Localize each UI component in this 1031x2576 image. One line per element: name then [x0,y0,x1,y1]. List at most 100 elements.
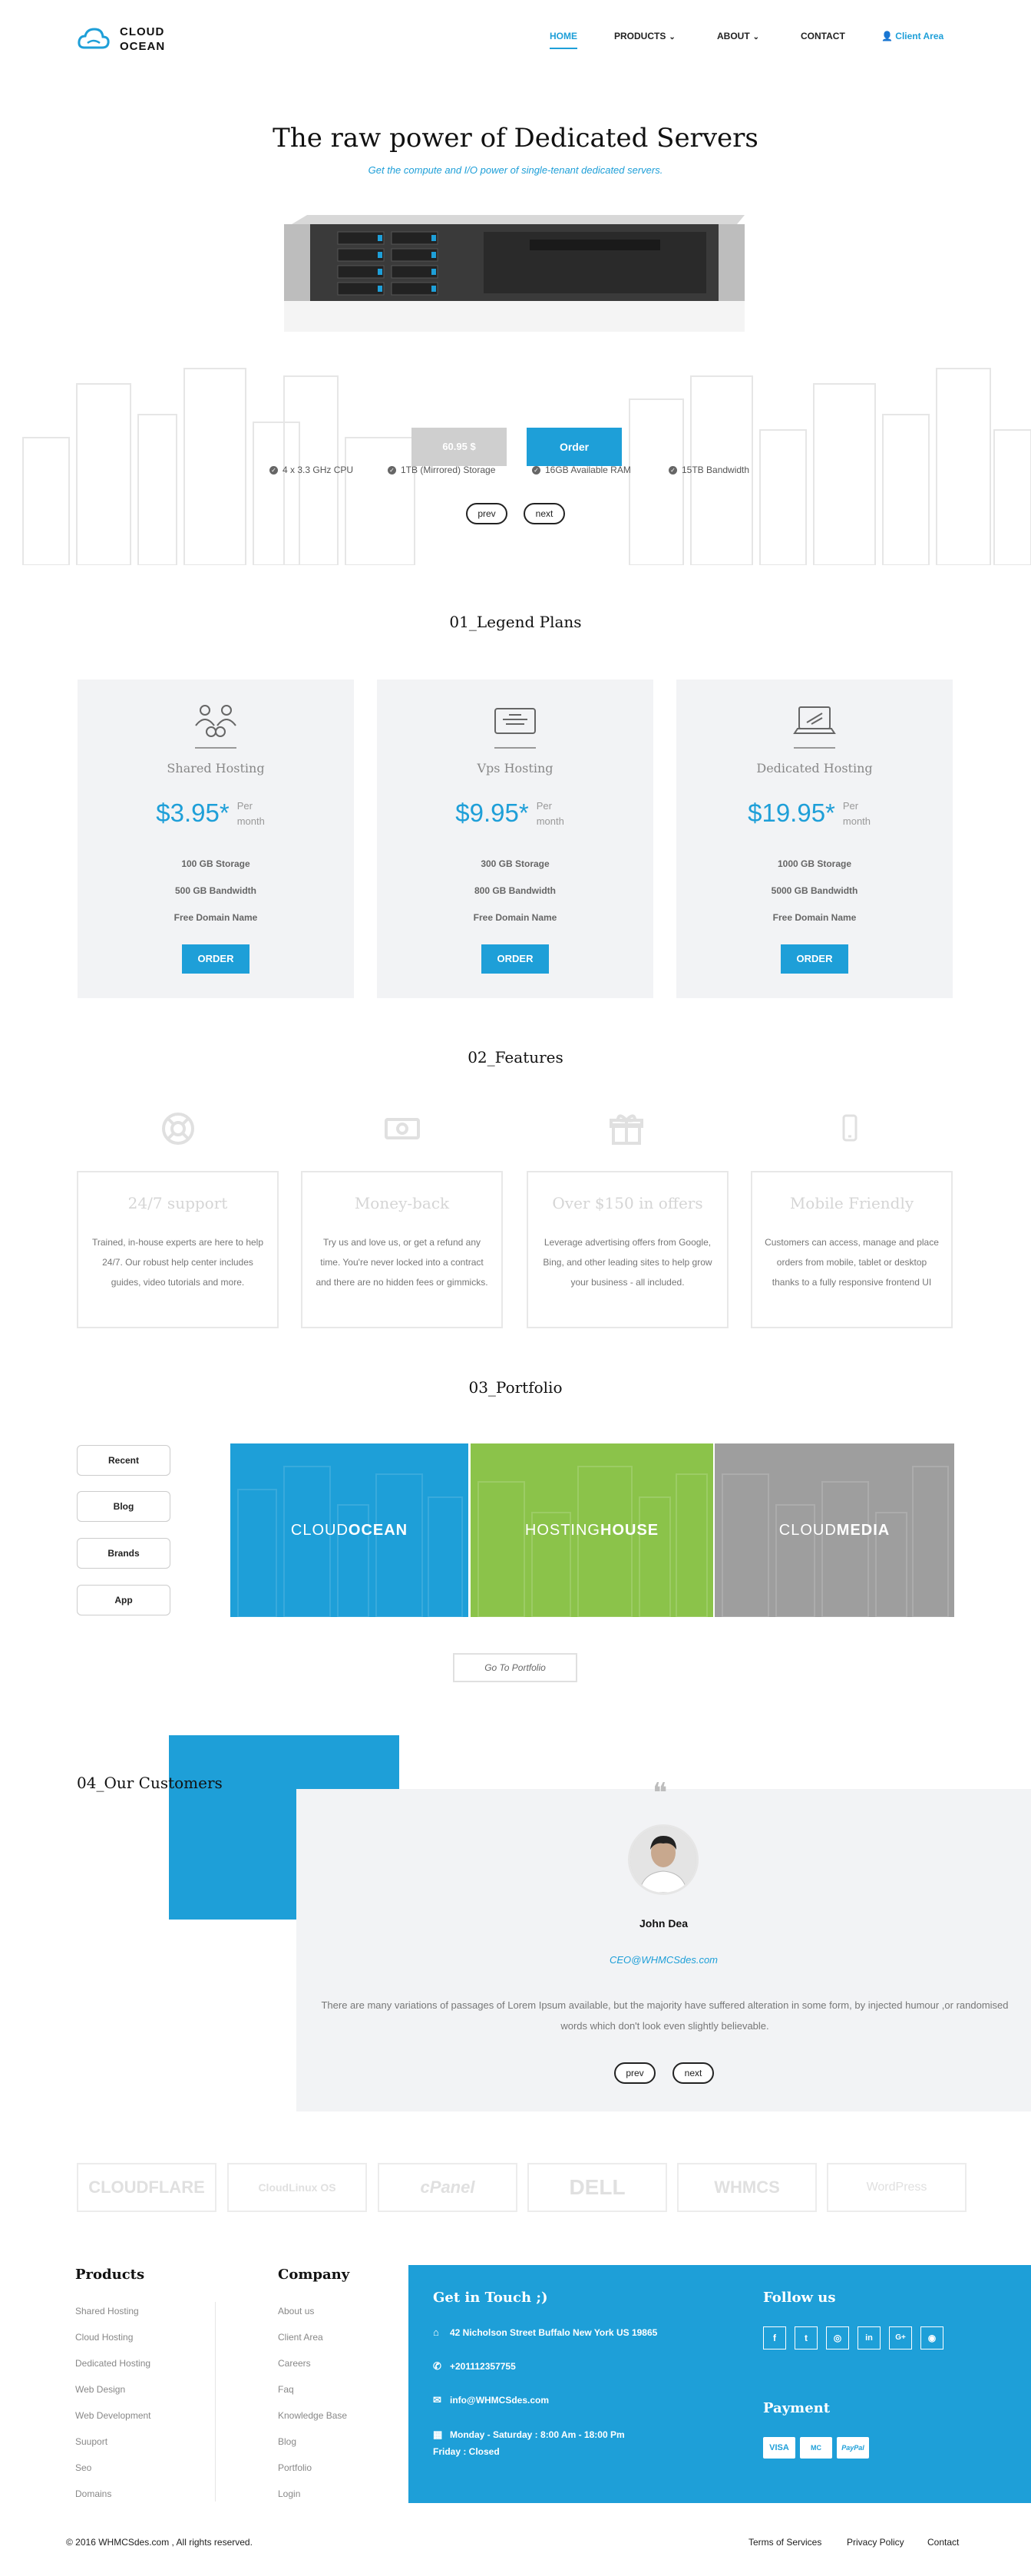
contact-email[interactable]: ✉ info@WHMCSdes.com [433,2394,549,2406]
feature-text: Trained, in-house experts are here to he… [91,1237,264,1288]
contact-closed: Friday : Closed [433,2446,500,2457]
customer-name: John Dea [639,1917,688,1930]
contact-hours: ▦ Monday - Saturday : 8:00 Am - 18:00 Pm [433,2429,625,2441]
gift-icon [610,1114,643,1145]
feature-card-money-back: Money-back Try us and love us, or get a … [301,1171,503,1328]
lifebuoy-icon [162,1113,194,1145]
contact-email-text: info@WHMCSdes.com [450,2395,550,2406]
contact-phone-text: +201112357755 [450,2361,516,2372]
google-plus-icon[interactable]: G+ [889,2326,912,2349]
dribbble-icon[interactable]: ◉ [920,2326,943,2349]
testimonial-next-button[interactable]: next [672,2062,714,2084]
tile-label-bold: MEDIA [836,1521,891,1539]
plan-order-button[interactable]: ORDER [182,944,249,974]
plan-order-button[interactable]: ORDER [781,944,848,974]
facebook-icon[interactable]: f [763,2326,786,2349]
footer-link[interactable]: About us [278,2306,314,2316]
plan-feature: Free Domain Name [473,912,557,923]
nav-client-area[interactable]: 👤 Client Area [881,31,943,41]
footer-contact-link[interactable]: Contact [927,2537,959,2548]
footer-link[interactable]: Knowledge Base [278,2410,347,2421]
footer-link[interactable]: Cloud Hosting [75,2332,133,2343]
portfolio-filter-recent[interactable]: Recent [77,1445,170,1476]
feature-title: Money-back [354,1194,450,1212]
portfolio-filter-app[interactable]: App [77,1585,170,1615]
spec-bandwidth: ✓ 15TB Bandwidth [669,465,749,475]
footer-link[interactable]: Faq [278,2384,294,2395]
hero-section: The raw power of Dedicated Servers Get t… [0,77,1031,565]
nav-about[interactable]: ABOUT ⌄ [717,31,759,41]
tile-label: HOSTING HOUSE [471,1443,713,1617]
feature-text: Try us and love us, or get a refund any … [316,1237,488,1288]
footer-link[interactable]: Web Design [75,2384,125,2395]
portfolio-tile-cloud-media[interactable]: CLOUD MEDIA [715,1443,954,1617]
plan-price: $19.95* Per month [676,799,953,829]
spec-bandwidth-label: 15TB Bandwidth [682,465,750,475]
nav-products[interactable]: PRODUCTS ⌄ [614,31,676,41]
calendar-icon: ▦ [433,2429,443,2440]
twitter-icon[interactable]: t [795,2326,818,2349]
portfolio-tile-hosting-house[interactable]: HOSTING HOUSE [471,1443,713,1617]
footer-link[interactable]: Dedicated Hosting [75,2358,150,2369]
quote-icon: ❝ [653,1777,668,1809]
feature-title: Mobile Friendly [789,1194,914,1212]
logo[interactable]: CLOUD OCEAN [77,25,165,54]
logo-line-2: OCEAN [120,40,166,53]
go-to-portfolio-button[interactable]: Go To Portfolio [453,1653,577,1682]
portfolio-filter-blog[interactable]: Blog [77,1491,170,1522]
plan-order-button[interactable]: ORDER [481,944,549,974]
plan-price: $9.95* Per month [377,799,653,829]
footer-products-title: Products [75,2267,145,2283]
portfolio-filter-brands[interactable]: Brands [77,1538,170,1569]
tile-label-light: HOSTING [524,1521,600,1539]
plan-price-period: Per month [236,800,265,827]
server-image [284,215,745,332]
divider [494,747,536,749]
plan-card-vps: Vps Hosting $9.95* Per month 300 GB Stora… [377,680,653,998]
footer-link[interactable]: Client Area [278,2332,323,2343]
plan-feature: 100 GB Storage [181,858,250,869]
tile-label-bold: OCEAN [348,1521,408,1539]
cloud-logo-icon [78,28,110,49]
footer-link[interactable]: Blog [278,2436,296,2447]
contact-panel: Get in Touch ;) ⌂ 42 Nicholson Street Buf… [408,2265,1031,2503]
footer-link[interactable]: Seo [75,2462,91,2473]
hero-next-button[interactable]: next [524,503,565,524]
order-button[interactable]: Order [527,428,622,466]
footer-link[interactable]: Careers [278,2358,311,2369]
check-icon: ✓ [388,465,396,475]
partner-logo-cloudlinux: CloudLinux OS [227,2163,367,2212]
footer-link[interactable]: Suuport [75,2436,107,2447]
plan-price-amount: $9.95* [455,799,529,827]
instagram-icon[interactable]: ◎ [826,2326,849,2349]
plan-price-period: Per month [536,800,564,827]
footer-link[interactable]: Domains [75,2488,111,2499]
footer-link[interactable]: Portfolio [278,2462,312,2473]
users-icon [195,705,236,737]
footer-privacy-link[interactable]: Privacy Policy [847,2537,904,2548]
testimonial-prev-button[interactable]: prev [614,2062,656,2084]
plan-name: Dedicated Hosting [756,761,873,775]
footer-company-title: Company [278,2267,350,2283]
spec-cpu: ✓ 4 x 3.3 GHz CPU [269,465,353,475]
user-icon: 👤 [881,31,893,41]
partner-logo-cloudflare: CLOUDFLARE [77,2163,216,2212]
portfolio-tile-cloud-ocean[interactable]: CLOUD OCEAN [230,1443,468,1617]
price-button[interactable]: 60.95 $ [411,428,507,466]
hero-prev-button[interactable]: prev [466,503,507,524]
nav-home[interactable]: HOME [550,31,577,49]
linkedin-icon[interactable]: in [858,2326,881,2349]
spec-storage: ✓ 1TB (Mirrored) Storage [388,465,495,475]
avatar [628,1824,699,1895]
plans-title: 01_Legend Plans [449,613,582,631]
footer-link[interactable]: Login [278,2488,300,2499]
spec-cpu-label: 4 x 3.3 GHz CPU [283,465,354,475]
footer-link[interactable]: Web Development [75,2410,151,2421]
mobile-icon [842,1114,858,1142]
footer-terms-link[interactable]: Terms of Services [748,2537,821,2548]
footer-link[interactable]: Shared Hosting [75,2306,139,2316]
feature-title: Over $150 in offers [552,1194,703,1212]
follow-title: Follow us [763,2290,836,2306]
payment-title: Payment [763,2400,831,2416]
nav-contact[interactable]: CONTACT [801,31,845,41]
